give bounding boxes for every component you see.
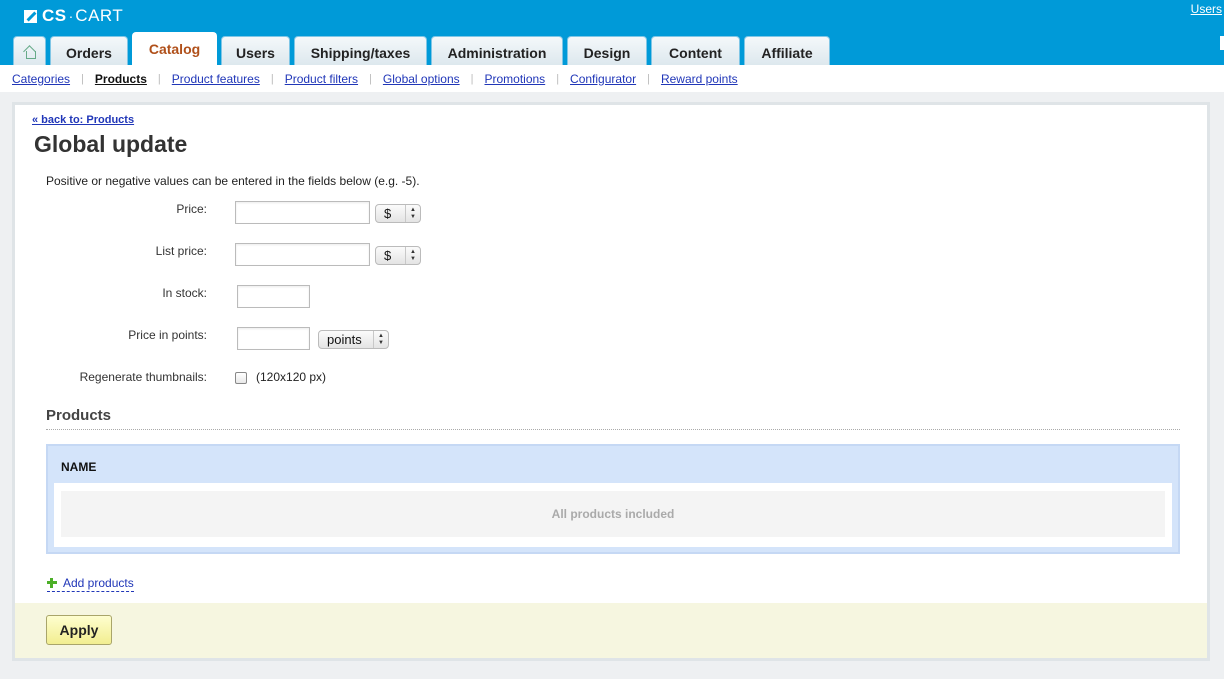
header-edge-element	[1220, 36, 1224, 50]
page-title: Global update	[34, 131, 188, 157]
tab-orders[interactable]: Orders	[50, 36, 128, 65]
list-price-input[interactable]	[235, 243, 370, 266]
subnav-reward-points[interactable]: Reward points	[661, 72, 738, 86]
subnav-separator: |	[369, 72, 372, 85]
tab-administration[interactable]: Administration	[431, 36, 563, 65]
points-unit-value: points	[327, 332, 362, 347]
global-update-panel: « back to: Products Global update Positi…	[12, 102, 1210, 661]
list-price-currency-value: $	[384, 248, 392, 263]
select-arrows-icon: ▲ ▼	[405, 205, 420, 222]
add-products-label: Add products	[63, 576, 134, 590]
regenerate-thumbnails-label: Regenerate thumbnails:	[79, 370, 207, 384]
price-input[interactable]	[235, 201, 370, 224]
top-header: CS · CART Users Orders Catalog Users Shi…	[0, 0, 1224, 65]
list-price-currency-select[interactable]: $ ▲ ▼	[375, 246, 421, 265]
regenerate-thumbnails-checkbox[interactable]	[235, 372, 247, 384]
tab-affiliate[interactable]: Affiliate	[744, 36, 830, 65]
column-header-name: NAME	[61, 460, 97, 474]
price-in-points-input[interactable]	[237, 327, 310, 350]
subnav-separator: |	[270, 72, 274, 85]
tab-catalog[interactable]: Catalog	[132, 32, 217, 65]
subnav-separator: |	[470, 72, 474, 85]
back-to-products-link[interactable]: « back to: Products	[32, 114, 134, 126]
thumbnail-size-note: (120x120 px)	[256, 370, 327, 384]
products-table: NAME All products included	[46, 444, 1180, 554]
logo-icon	[24, 9, 37, 23]
section-divider	[46, 429, 1180, 430]
subnav-global-options[interactable]: Global options	[383, 72, 460, 86]
main-tabs: Orders Catalog Users Shipping/taxes Admi…	[13, 32, 834, 65]
tab-content[interactable]: Content	[651, 36, 740, 65]
select-arrows-icon: ▲ ▼	[373, 331, 388, 348]
select-arrows-icon: ▲ ▼	[405, 247, 420, 264]
price-currency-select[interactable]: $ ▲ ▼	[375, 204, 421, 223]
logo-text-cs: CS	[42, 6, 67, 25]
tab-shipping-taxes[interactable]: Shipping/taxes	[294, 36, 427, 65]
subnav-separator: |	[157, 72, 161, 85]
subnav-separator: |	[556, 72, 560, 85]
users-link[interactable]: Users	[1191, 2, 1222, 16]
home-icon	[23, 46, 37, 59]
tab-users[interactable]: Users	[221, 36, 290, 65]
subnav-categories[interactable]: Categories	[12, 72, 70, 86]
add-products-link[interactable]: Add products	[47, 576, 134, 592]
subnav-products[interactable]: Products	[95, 72, 147, 86]
subnav-product-features[interactable]: Product features	[172, 72, 260, 86]
empty-products-row: All products included	[61, 491, 1165, 537]
plus-icon	[47, 578, 57, 588]
subnav-promotions[interactable]: Promotions	[484, 72, 545, 86]
subnav-separator: |	[81, 72, 84, 85]
subnav-product-filters[interactable]: Product filters	[285, 72, 358, 86]
products-table-body: All products included	[54, 483, 1172, 547]
products-section-title: Products	[46, 407, 112, 424]
in-stock-input[interactable]	[237, 285, 310, 308]
list-price-label: List price:	[155, 244, 207, 258]
instruction-text: Positive or negative values can be enter…	[46, 174, 420, 188]
catalog-subnav: Categories | Products | Product features…	[0, 65, 1224, 92]
logo-dot: ·	[68, 8, 74, 24]
price-in-points-label: Price in points:	[128, 328, 207, 342]
in-stock-label: In stock:	[162, 286, 207, 300]
logo-text-cart: CART	[75, 6, 124, 25]
tab-design[interactable]: Design	[567, 36, 647, 65]
apply-button[interactable]: Apply	[46, 615, 112, 645]
points-unit-select[interactable]: points ▲ ▼	[318, 330, 389, 349]
action-footer: Apply	[15, 603, 1207, 658]
cs-cart-logo[interactable]: CS · CART	[24, 6, 123, 26]
price-currency-value: $	[384, 206, 392, 221]
subnav-configurator[interactable]: Configurator	[570, 72, 636, 86]
tab-home[interactable]	[13, 36, 46, 65]
price-label: Price:	[176, 202, 207, 216]
subnav-separator: |	[647, 72, 650, 85]
